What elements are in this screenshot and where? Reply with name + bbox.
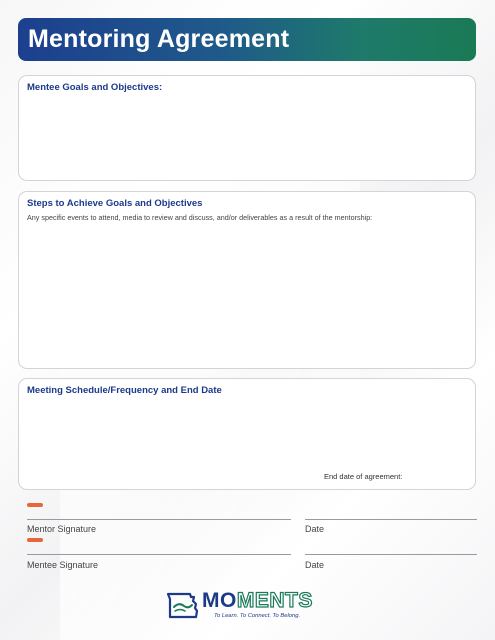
logo-ments: MENTS bbox=[236, 588, 313, 612]
title-banner: Mentoring Agreement bbox=[18, 18, 476, 61]
logo-tagline: To Learn. To Connect. To Belong. bbox=[214, 613, 301, 619]
sign-here-tag bbox=[27, 503, 43, 507]
logo-mo: MO bbox=[202, 589, 237, 612]
mentee-date-line[interactable] bbox=[305, 554, 477, 555]
mentor-signature-line[interactable] bbox=[27, 519, 291, 520]
schedule-title: Meeting Schedule/Frequency and End Date bbox=[27, 385, 222, 396]
mentee-date-label: Date bbox=[305, 560, 325, 570]
steps-section[interactable]: Steps to Achieve Goals and Objectives An… bbox=[18, 191, 476, 369]
page-title: Mentoring Agreement bbox=[28, 25, 290, 53]
schedule-section[interactable]: Meeting Schedule/Frequency and End Date … bbox=[18, 378, 476, 490]
mentor-date-line[interactable] bbox=[305, 519, 477, 520]
steps-title: Steps to Achieve Goals and Objectives bbox=[27, 198, 203, 209]
mentor-signature-label: Mentor Signature bbox=[27, 524, 97, 534]
moments-logo: MOMENTS To Learn. To Connect. To Belong. bbox=[166, 588, 336, 623]
missouri-handshake-icon bbox=[166, 592, 199, 619]
mentee-signature-label: Mentee Signature bbox=[27, 560, 99, 570]
logo-wordmark: MOMENTS bbox=[202, 588, 313, 613]
mentee-signature-line[interactable] bbox=[27, 554, 291, 555]
sign-here-tag bbox=[27, 538, 43, 542]
end-date-label: End date of agreement: bbox=[324, 472, 403, 481]
goals-title: Mentee Goals and Objectives: bbox=[27, 82, 163, 93]
mentor-date-label: Date bbox=[305, 524, 325, 534]
steps-subtitle: Any specific events to attend, media to … bbox=[27, 213, 373, 222]
goals-section[interactable]: Mentee Goals and Objectives: bbox=[18, 75, 476, 181]
